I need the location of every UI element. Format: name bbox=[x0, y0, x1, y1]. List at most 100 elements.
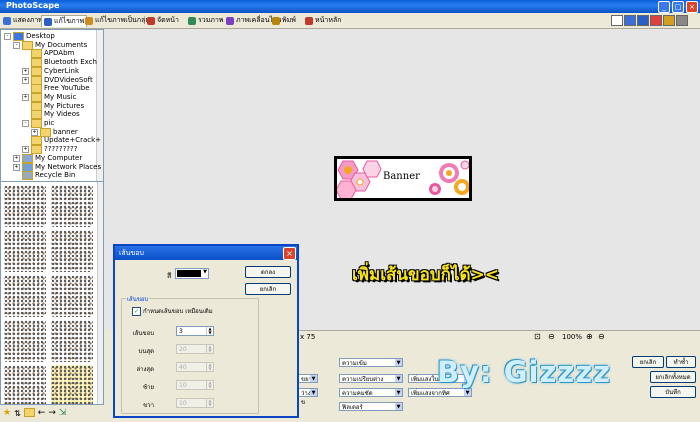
undo-button[interactable]: ยกเลิก bbox=[632, 356, 664, 368]
folder-icon bbox=[22, 40, 33, 50]
spin-arrows-icon: ▲ ▼ bbox=[206, 363, 213, 371]
zoom-fit-icon[interactable]: ⊡ bbox=[534, 332, 541, 341]
tree-node-label: My Videos bbox=[44, 110, 80, 119]
contrast-dropdown[interactable]: ความเปรียบต่าง ▼ bbox=[339, 374, 403, 383]
tree-node[interactable]: - Desktop bbox=[4, 32, 55, 41]
thumbnail[interactable] bbox=[4, 320, 46, 362]
tab-3[interactable]: จัดหน้า bbox=[145, 15, 181, 26]
tree-node[interactable]: APDAbm bbox=[22, 49, 74, 59]
tab-0[interactable]: แสดงภาพ bbox=[1, 15, 45, 26]
forward-arrow-icon[interactable]: → bbox=[48, 408, 56, 418]
tree-node[interactable]: + My Music bbox=[22, 92, 76, 102]
image-size: x 75 bbox=[300, 333, 316, 341]
tree-node[interactable]: + My Network Places bbox=[13, 162, 101, 172]
thumbnail[interactable] bbox=[4, 185, 46, 227]
expand-icon[interactable]: + bbox=[22, 93, 29, 101]
help-icon[interactable] bbox=[650, 15, 662, 26]
tree-node[interactable]: Free YouTube bbox=[22, 84, 90, 94]
color-picker[interactable]: ▼ bbox=[175, 268, 209, 279]
same-border-checkbox[interactable]: ✓ กำหนดเส้นขอบ เหมือนเดิม bbox=[132, 306, 213, 316]
fb-icon[interactable] bbox=[624, 15, 636, 26]
brightness-dropdown[interactable]: ความเข้ม ▼ bbox=[339, 358, 403, 367]
lightsource-dropdown[interactable]: เพิ่มแสงจากทิศ ▼ bbox=[408, 388, 472, 397]
expand-icon[interactable]: + bbox=[22, 76, 29, 84]
tree-node[interactable]: - pic bbox=[22, 119, 54, 128]
expand-icon[interactable]: + bbox=[13, 154, 20, 162]
tab-1[interactable]: แก้ไขภาพ bbox=[41, 15, 88, 27]
tree-node[interactable]: + DVDVideoSoft bbox=[22, 75, 93, 85]
tree-node-label: My Pictures bbox=[44, 101, 85, 110]
star-icon[interactable]: ★ bbox=[3, 408, 11, 418]
thumbnail[interactable] bbox=[51, 185, 93, 227]
tab-4[interactable]: รวมภาพ bbox=[186, 15, 225, 26]
filter-dropdown[interactable]: ฟิลเตอร์ ▼ bbox=[339, 402, 403, 411]
tab-label: แก้ไขภาพเป็นกลุ่ม bbox=[95, 16, 150, 24]
tab-label: หน้าหลัก bbox=[315, 16, 342, 24]
tree-node-label: ????????? bbox=[44, 145, 78, 154]
export-icon[interactable]: ⇲ bbox=[59, 408, 67, 418]
spin-arrows-icon: ▲ ▼ bbox=[206, 381, 213, 389]
expand-icon[interactable]: + bbox=[13, 163, 20, 171]
zoom-in-icon[interactable]: ⊕ bbox=[586, 332, 593, 341]
tree-node[interactable]: Recycle Bin bbox=[13, 171, 76, 181]
info-icon[interactable] bbox=[676, 15, 688, 26]
expand-icon[interactable]: + bbox=[31, 128, 38, 136]
tree-node[interactable]: My Pictures bbox=[22, 101, 85, 111]
thumbnail[interactable] bbox=[51, 365, 93, 404]
tree-node[interactable]: - My Documents bbox=[13, 40, 87, 50]
tree-node[interactable]: +????????? bbox=[22, 145, 78, 155]
dropdown-blank[interactable]: ว่าง , ข ▼ bbox=[298, 388, 318, 406]
tree-node[interactable]: Bluetooth Exch bbox=[22, 58, 97, 68]
folder-icon[interactable] bbox=[23, 407, 35, 419]
thumbnail[interactable] bbox=[4, 275, 46, 317]
screen-icon[interactable] bbox=[637, 15, 649, 26]
thumbnail[interactable] bbox=[4, 365, 46, 404]
expand-icon[interactable]: + bbox=[22, 67, 29, 75]
tree-node[interactable]: My Videos bbox=[22, 110, 80, 120]
collapse-icon[interactable]: - bbox=[13, 41, 20, 49]
dropdown-expand[interactable]: ขยาย ▼ bbox=[298, 374, 318, 383]
tree-node[interactable]: + banner bbox=[31, 127, 78, 137]
maximize-button[interactable]: □ bbox=[672, 1, 684, 13]
pictures-icon bbox=[31, 101, 42, 111]
tab-6[interactable]: พิมพ์ bbox=[270, 15, 298, 26]
cancel-button[interactable]: ยกเลิก bbox=[245, 283, 291, 295]
sort-icon[interactable]: ⇅ bbox=[14, 409, 21, 418]
collapse-icon[interactable]: - bbox=[22, 120, 29, 127]
settings-icon[interactable] bbox=[663, 15, 675, 26]
border-value-stepper: 10 ▲ ▼ bbox=[176, 398, 214, 408]
tree-scrollbar[interactable] bbox=[96, 30, 103, 181]
thumbnail-scrollbar[interactable] bbox=[97, 182, 103, 404]
tab-2[interactable]: แก้ไขภาพเป็นกลุ่ม bbox=[83, 15, 152, 26]
tab-icon bbox=[44, 17, 52, 26]
field-label: เส้นขอบ bbox=[132, 330, 154, 337]
recycle-icon bbox=[22, 171, 33, 181]
tree-node[interactable]: + CyberLink bbox=[22, 66, 79, 76]
dialog-close-button[interactable]: × bbox=[283, 247, 296, 260]
spin-arrows-icon[interactable]: ▲ ▼ bbox=[206, 327, 213, 335]
thumbnail[interactable] bbox=[51, 230, 93, 272]
zoom-out-icon[interactable]: ⊖ bbox=[548, 332, 555, 341]
save-button[interactable]: บันทึก bbox=[650, 386, 696, 398]
ok-button[interactable]: ตกลง bbox=[245, 266, 291, 278]
redo-button[interactable]: ทำซ้ำ bbox=[666, 356, 696, 368]
back-arrow-icon[interactable]: ← bbox=[38, 408, 46, 418]
thumbnail[interactable] bbox=[4, 230, 46, 272]
close-button[interactable]: × bbox=[686, 1, 698, 13]
tree-node[interactable]: + My Computer bbox=[13, 153, 82, 163]
tab-7[interactable]: หน้าหลัก bbox=[303, 15, 343, 26]
border-value-stepper[interactable]: 3 ▲ ▼ bbox=[176, 326, 214, 336]
minimize-button[interactable]: _ bbox=[658, 1, 670, 13]
zoom-reset-icon[interactable]: ⊖ bbox=[598, 332, 605, 341]
tree-node[interactable]: Update+Crack+ bbox=[22, 136, 101, 146]
network-icon bbox=[22, 162, 33, 172]
expand-icon[interactable]: + bbox=[22, 146, 29, 154]
thumbnail[interactable] bbox=[51, 275, 93, 317]
collapse-icon[interactable]: - bbox=[4, 33, 11, 40]
folder-tree: - Desktop - My Documents APDAbm Bluetooth Exc… bbox=[0, 29, 104, 182]
undo-all-button[interactable]: ยกเลิกทั้งหมด bbox=[650, 371, 696, 383]
tree-node-label: Recycle Bin bbox=[35, 171, 76, 180]
sharpen-dropdown[interactable]: ความคมชัด ▼ bbox=[339, 388, 403, 397]
thumbnail[interactable] bbox=[51, 320, 93, 362]
text-icon[interactable] bbox=[611, 15, 623, 26]
